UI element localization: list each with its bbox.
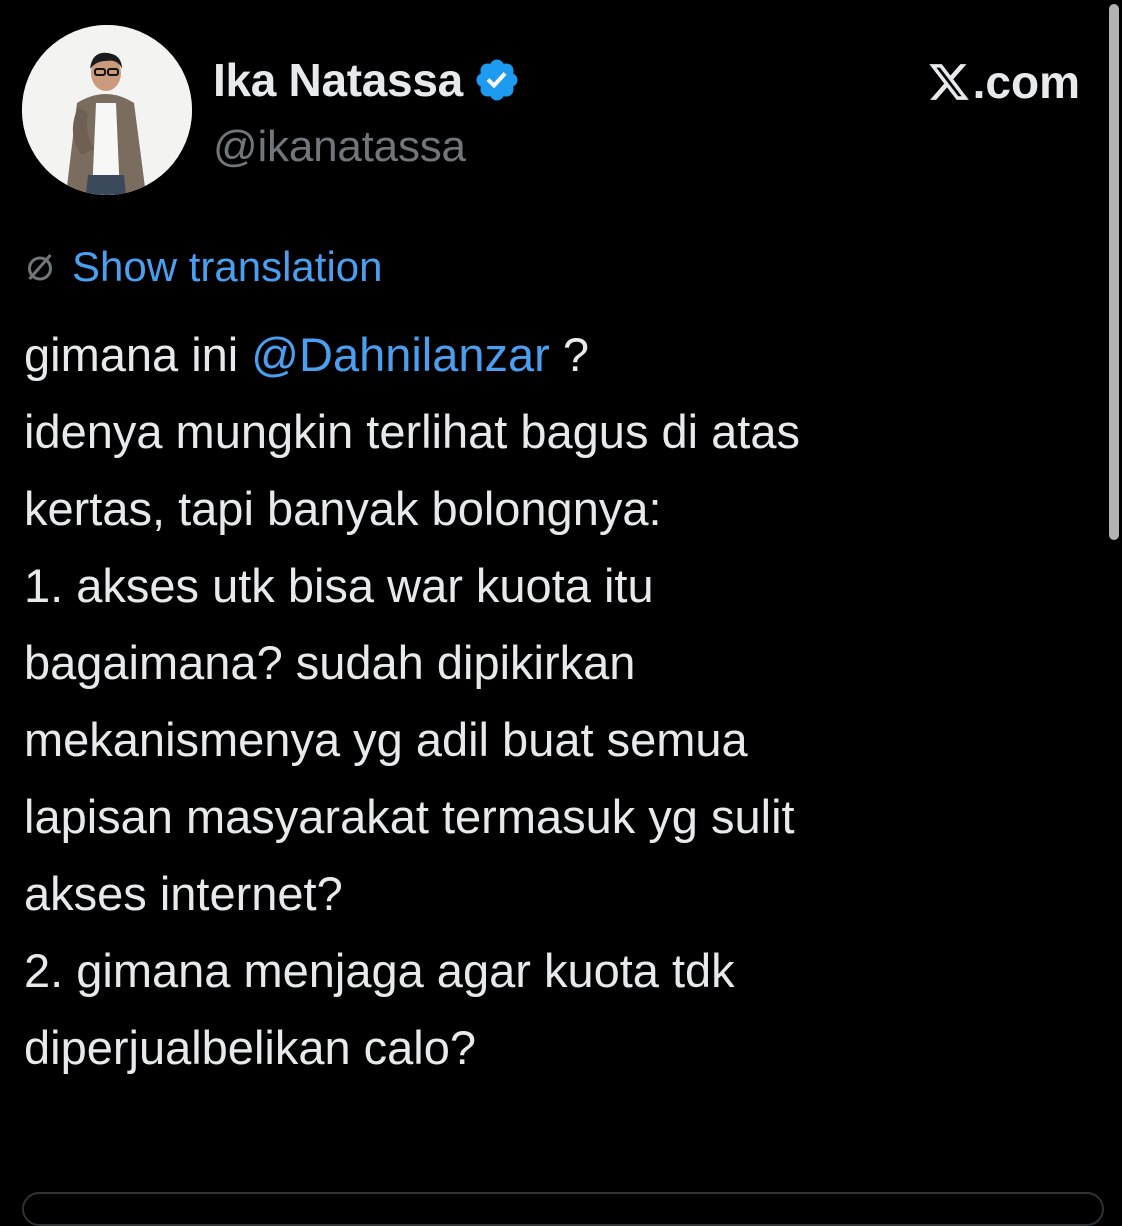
x-logo-icon — [927, 60, 971, 104]
mention-link[interactable]: @Dahnilanzar — [251, 328, 550, 381]
tweet-card: Ika Natassa @ikanatassa .com Show transl… — [0, 0, 1122, 1226]
tweet-line: bagaimana? sudah dipikirkan — [24, 636, 636, 689]
author-name-row[interactable]: Ika Natassa — [213, 50, 521, 110]
tweet-text-segment: ? — [549, 328, 590, 381]
tweet-line: 1. akses utk bisa war kuota itu — [24, 559, 654, 612]
show-translation-button[interactable]: Show translation — [22, 237, 383, 297]
tweet-text: gimana ini @Dahnilanzar ? idenya mungkin… — [24, 316, 1094, 1086]
tweet-line: kertas, tapi banyak bolongnya: — [24, 482, 662, 535]
author-display-name[interactable]: Ika Natassa — [213, 53, 463, 107]
quoted-card-edge[interactable] — [22, 1192, 1104, 1226]
scrollbar[interactable] — [1109, 4, 1119, 540]
show-translation-label[interactable]: Show translation — [72, 243, 383, 291]
tweet-line: mekanismenya yg adil buat semua — [24, 713, 748, 766]
author-handle[interactable]: @ikanatassa — [213, 122, 466, 172]
tweet-line: 2. gimana menjaga agar kuota tdk — [24, 944, 735, 997]
tweet-line: akses internet? — [24, 867, 343, 920]
verified-badge-icon — [473, 56, 521, 104]
brand-watermark: .com — [927, 52, 1080, 112]
tweet-line: diperjualbelikan calo? — [24, 1021, 477, 1074]
brand-domain-label: .com — [972, 56, 1080, 108]
tweet-line: lapisan masyarakat termasuk yg sulit — [24, 790, 795, 843]
tweet-text-segment: gimana ini — [24, 328, 252, 381]
avatar[interactable] — [22, 25, 192, 195]
tweet-line: idenya mungkin terlihat bagus di atas — [24, 405, 800, 458]
globe-icon — [22, 249, 58, 285]
tweet-line: gimana ini @Dahnilanzar ? — [24, 316, 1094, 393]
